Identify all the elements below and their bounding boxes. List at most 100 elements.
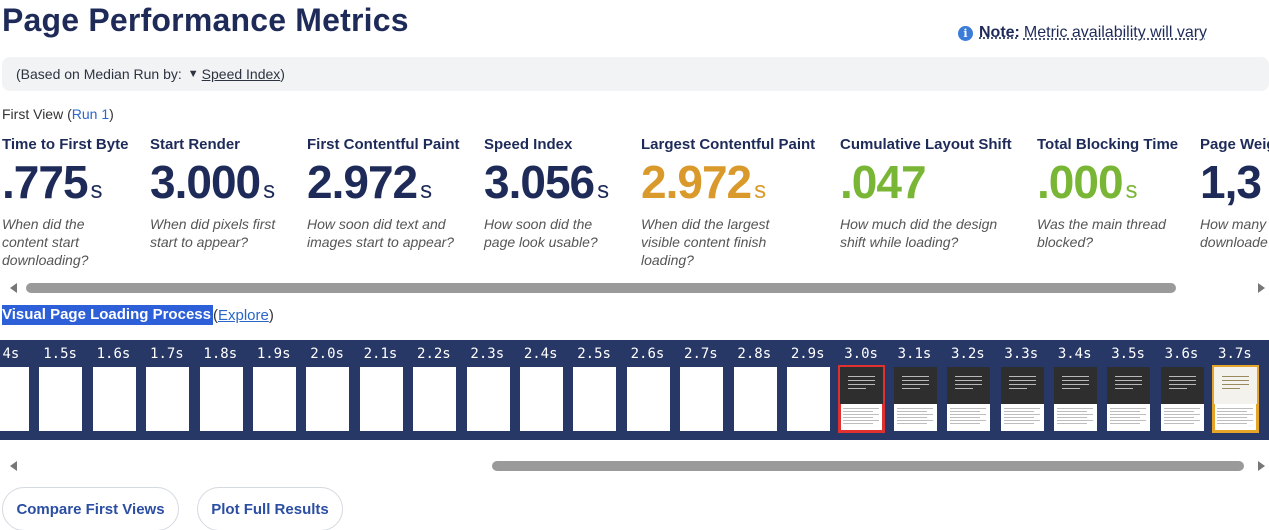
frame-screenshot[interactable] [199,367,243,431]
scroll-left-icon[interactable] [10,283,17,293]
frame-time: 3.5s [1111,346,1145,362]
metric-number: 3.056 [484,156,595,208]
metric-label: First Contentful Paint [307,136,460,153]
filmstrip-frame[interactable]: 3.1s [888,340,941,440]
filmstrip-frame[interactable]: 3.3s [995,340,1048,440]
filmstrip-frame[interactable]: 1.7s [140,340,193,440]
frame-screenshot[interactable] [1212,365,1260,433]
metric-value: 3.056 s [484,159,614,205]
frame-screenshot[interactable] [92,367,136,431]
frame-screenshot[interactable] [359,367,403,431]
metrics-scroll-thumb[interactable] [26,283,1176,293]
frame-time: 1.8s [203,346,238,362]
filmstrip-frame[interactable]: 1.8s [194,340,247,440]
filmstrip-frame[interactable]: 2.2s [407,340,460,440]
frame-screenshot[interactable] [1107,367,1151,431]
filmstrip-scrollbar[interactable] [2,460,1269,474]
metric-description: When did the largest visible content fin… [641,216,770,268]
frame-time: 3.3s [1004,346,1039,362]
frame-screenshot[interactable] [838,365,886,433]
filmstrip-frame[interactable]: 2.0s [300,340,353,440]
filmstrip-frame[interactable]: 3.4s [1048,340,1101,440]
metric-label: Speed Index [484,136,573,153]
visual-loading-header: Visual Page Loading Process ( Explore ) [2,305,274,325]
metric-unit: s [263,177,276,204]
metric-unit: s [754,177,767,204]
filmstrip-frame[interactable]: 2.5s [567,340,620,440]
scroll-left-icon[interactable] [10,461,17,471]
frame-screenshot[interactable] [413,367,457,431]
median-metric-link[interactable]: Speed Index [202,66,281,82]
filmstrip-frame[interactable]: 2.3s [461,340,514,440]
metric-card: Time to First Byte .775 s When did the cont… [2,136,128,269]
page-title: Page Performance Metrics [2,2,409,38]
metric-label: Time to First Byte [2,136,129,153]
filmstrip-frame[interactable]: .4s [0,340,33,440]
frame-screenshot[interactable] [787,367,830,431]
filmstrip-frame[interactable]: 1.6s [87,340,140,440]
compare-first-views-button[interactable]: Compare First Views [2,487,179,530]
frame-screenshot[interactable] [626,367,670,431]
frame-time: 2.4s [523,346,558,362]
metric-description: How soon did text and images start to ap… [307,216,455,250]
frame-screenshot[interactable] [146,367,190,431]
visual-loading-title: Visual Page Loading Process [2,305,213,325]
triangle-down-icon[interactable]: ▼ [188,68,199,80]
frame-screenshot[interactable] [306,367,350,431]
frame-screenshot[interactable] [1160,367,1204,431]
frame-time: 1.5s [43,346,77,362]
frame-screenshot[interactable] [947,367,991,431]
metric-number: .000 [1037,156,1124,208]
metric-value: 2.972 s [641,159,815,205]
note-text: Metric availability will vary [1023,24,1208,41]
filmstrip-frame[interactable]: 3.5s [1101,340,1154,440]
run-link[interactable]: Run 1 [72,106,109,122]
plot-full-results-button[interactable]: Plot Full Results [197,487,343,530]
filmstrip-frame[interactable]: 2.6s [621,340,674,440]
metric-unit: s [1125,177,1138,204]
filmstrip-frame[interactable]: 3.0s [834,340,887,440]
filmstrip-frame[interactable]: 3.2s [941,340,994,440]
frame-time: 3.6s [1164,346,1199,362]
frame-screenshot[interactable] [573,367,617,431]
metric-description: How many downloade [1200,216,1268,250]
paren-close: ) [268,306,274,324]
filmstrip-frame[interactable]: 2.4s [514,340,567,440]
note[interactable]: i Note: Metric availability will vary [958,24,1207,42]
scroll-right-icon[interactable] [1258,461,1265,471]
scroll-right-icon[interactable] [1258,283,1265,293]
metrics-scrollbar[interactable] [2,282,1269,296]
metric-value: 2.972 s [307,159,467,205]
frame-screenshot[interactable] [893,367,937,431]
filmstrip-frame[interactable]: 2.9s [781,340,834,440]
metric-card: Page Weig 1,3 How many downloade [1200,136,1269,251]
info-icon: i [958,25,973,41]
frame-screenshot[interactable] [253,367,296,431]
filmstrip-frame[interactable]: 3.6s [1155,340,1208,440]
filmstrip-scroll-thumb[interactable] [492,461,1244,471]
first-view-text: First View ( [2,106,72,122]
metric-description: How much did the design shift while load… [840,216,998,250]
filmstrip-frame[interactable]: 1.5s [33,340,86,440]
frame-screenshot[interactable] [520,367,563,431]
metric-value: .775 s [2,159,128,205]
frame-screenshot[interactable] [1000,367,1044,431]
filmstrip-frame[interactable]: 2.7s [674,340,727,440]
frame-screenshot[interactable] [0,367,29,431]
filmstrip-frame[interactable]: 2.1s [354,340,407,440]
frame-time: 2.2s [417,346,451,362]
frame-screenshot[interactable] [1054,367,1097,431]
metric-description: When did the content start downloading? [2,216,89,268]
frame-screenshot[interactable] [39,367,83,431]
frame-screenshot[interactable] [466,367,510,431]
frame-screenshot[interactable] [733,367,777,431]
filmstrip-frame[interactable]: 1.9s [247,340,300,440]
filmstrip-frame[interactable]: 2.8s [728,340,781,440]
metric-unit: s [597,177,610,204]
frame-time: 2.0s [310,346,344,362]
metric-number: 1,3 [1200,156,1262,208]
metric-card: Largest Contentful Paint 2.972 s When did t… [641,136,815,269]
filmstrip-frame[interactable]: 3.7s [1208,340,1261,440]
frame-screenshot[interactable] [680,367,724,431]
explore-link[interactable]: Explore [218,307,269,324]
